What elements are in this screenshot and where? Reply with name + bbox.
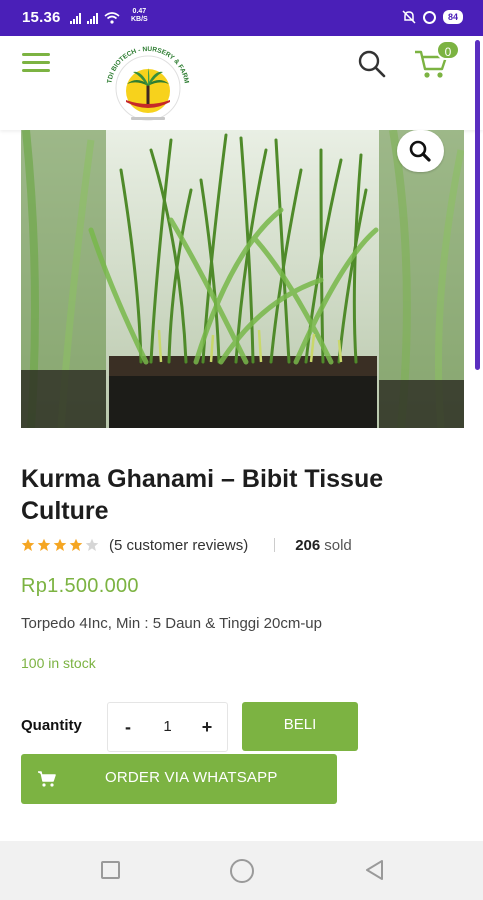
stock-status: 100 in stock [21, 655, 96, 671]
star-rating [21, 538, 99, 552]
net-speed-unit: KB/S [131, 16, 148, 23]
whatsapp-cart-icon [38, 771, 56, 787]
nav-back-icon[interactable] [363, 858, 385, 882]
battery-indicator: 84 [442, 10, 463, 24]
quantity-stepper: - + [107, 702, 228, 752]
brand-logo[interactable]: TDI BIOTECH - NURSERY & FARM [101, 44, 195, 124]
net-speed: 0.47 KB/S [131, 8, 148, 24]
quantity-label: Quantity [21, 717, 82, 734]
signal-2-icon [87, 13, 98, 24]
divider [274, 538, 276, 552]
product-title: Kurma Ghanami – Bibit Tissue Culture [21, 465, 384, 525]
star-icon [85, 538, 99, 551]
order-whatsapp-label: ORDER VIA WHATSAPP [105, 769, 278, 786]
quantity-decrease-button[interactable]: - [108, 703, 148, 751]
star-icon [21, 538, 35, 551]
zoom-button[interactable] [397, 130, 444, 172]
system-nav-bar [0, 841, 483, 900]
nav-recents-icon[interactable] [101, 861, 120, 879]
quantity-input[interactable] [148, 703, 187, 751]
status-right: 84 [402, 10, 463, 24]
quantity-increase-button[interactable]: + [187, 703, 227, 751]
scroll-indicator [475, 40, 480, 370]
status-time: 15.36 [22, 9, 61, 26]
star-icon [69, 538, 83, 551]
sold-count: 206 [295, 536, 321, 554]
search-icon[interactable] [356, 48, 388, 80]
wifi-icon [104, 12, 120, 24]
status-bar: 15.36 0.47 KB/S 84 [0, 0, 483, 36]
signal-1-icon [70, 13, 81, 24]
product-price: Rp1.500.000 [21, 575, 139, 597]
net-speed-value: 0.47 [132, 8, 147, 15]
rating-row: (5 customer reviews) 206 sold [21, 536, 352, 554]
order-whatsapp-button[interactable]: ORDER VIA WHATSAPP [21, 754, 337, 804]
product-image-gallery[interactable] [21, 130, 464, 428]
sync-icon [422, 10, 436, 24]
product-image [21, 130, 464, 428]
buy-button[interactable]: BELI [242, 702, 358, 751]
site-header: TDI BIOTECH - NURSERY & FARM 0 [0, 36, 483, 130]
star-icon [53, 538, 67, 551]
reviews-link[interactable]: (5 customer reviews) [109, 537, 248, 554]
product-description: Torpedo 4Inc, Min : 5 Daun & Tinggi 20cm… [21, 615, 322, 632]
sold-label: sold [324, 536, 352, 554]
cart-count-badge[interactable]: 0 [436, 40, 460, 60]
menu-icon[interactable] [22, 53, 50, 73]
zoom-icon [409, 140, 431, 162]
signal-icons [70, 12, 120, 24]
alarm-off-icon [402, 10, 416, 24]
star-icon [37, 538, 51, 551]
nav-home-icon[interactable] [230, 859, 254, 883]
